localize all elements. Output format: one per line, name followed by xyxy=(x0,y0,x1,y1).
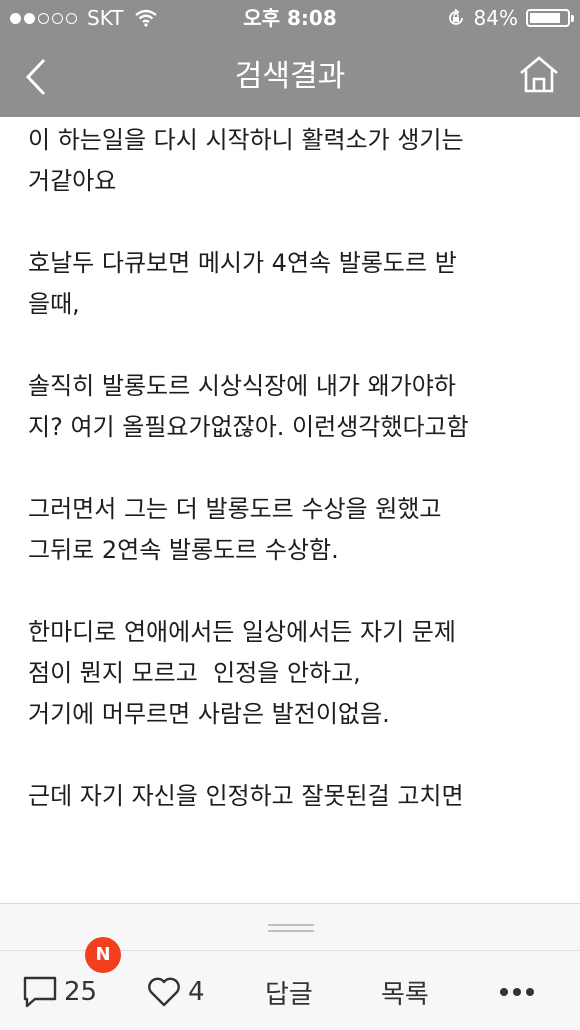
like-button[interactable]: 4 xyxy=(146,972,205,1012)
heart-icon xyxy=(148,977,180,1007)
reply-button[interactable]: 답글 xyxy=(265,972,313,1012)
battery-percent: 84% xyxy=(473,6,518,30)
orientation-lock-icon xyxy=(448,8,463,25)
comments-button[interactable]: 25 xyxy=(22,972,97,1012)
paragraph: 이 하는일을 다시 시작하니 활력소가 생기는 거같아요 xyxy=(28,126,464,195)
home-icon xyxy=(520,56,558,93)
like-count: 4 xyxy=(188,977,205,1007)
paragraph: 한마디로 연애에서든 일상에서든 자기 문제 점이 뭔지 모르고 인정을 안하고… xyxy=(28,618,456,728)
battery-icon xyxy=(526,9,574,27)
paragraph: 호날두 다큐보면 메시가 4연속 발롱도르 받 을때, xyxy=(28,249,457,318)
home-button[interactable] xyxy=(518,54,560,96)
paragraph: 솔직히 발롱도르 시상식장에 내가 왜가야하 지? 여기 올필요가없잖아. 이런… xyxy=(28,372,469,441)
list-button[interactable]: 목록 xyxy=(381,972,429,1012)
reply-label: 답글 xyxy=(265,979,313,1010)
more-icon xyxy=(500,988,508,996)
comment-icon xyxy=(23,976,57,1008)
top-bar: SKT 오후 8:08 84% 검색결과 xyxy=(0,0,580,117)
nav-bar: 검색결과 xyxy=(0,36,580,117)
more-button[interactable] xyxy=(500,972,534,1012)
comment-count: 25 xyxy=(64,977,98,1007)
paragraph: 그러면서 그는 더 발롱도르 수상을 원했고 그뒤로 2연속 발롱도르 수상함. xyxy=(28,495,442,564)
paragraph: 근데 자기 자신을 인정하고 잘못된걸 고치면 xyxy=(28,782,464,810)
new-badge: N xyxy=(85,937,121,973)
post-body: 이 하는일을 다시 시작하니 활력소가 생기는 거같아요 호날두 다큐보면 메시… xyxy=(28,117,568,902)
list-label: 목록 xyxy=(381,979,429,1010)
bottom-toolbar: 25 4 답글 목록 xyxy=(0,903,580,1030)
drag-handle[interactable] xyxy=(268,924,314,932)
status-bar: SKT 오후 8:08 84% xyxy=(0,0,580,36)
page-title: 검색결과 xyxy=(234,59,346,94)
